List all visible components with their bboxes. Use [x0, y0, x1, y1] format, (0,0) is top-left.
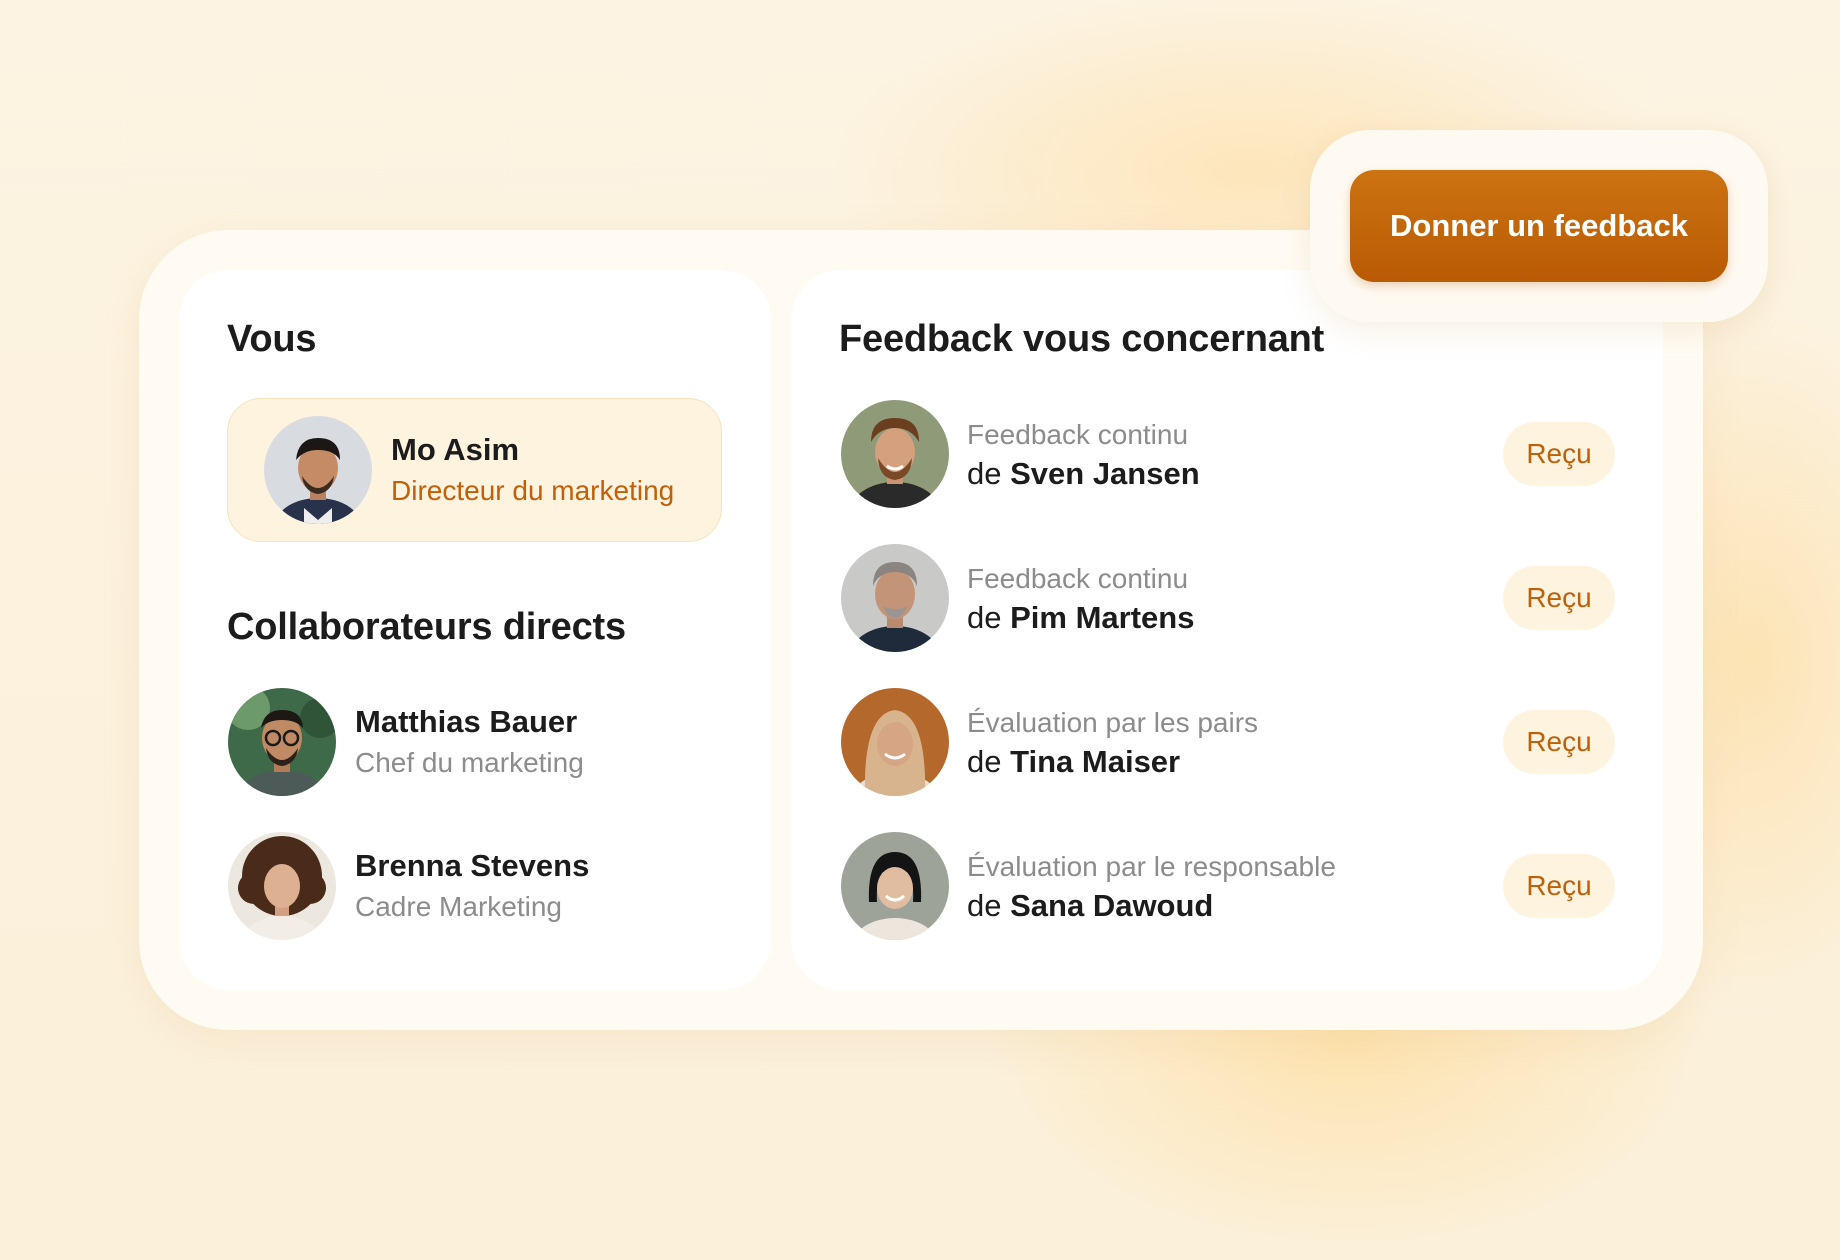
status-badge[interactable]: Reçu [1503, 422, 1615, 486]
direct-reports-heading: Collaborateurs directs [227, 606, 626, 648]
avatar-brenna-stevens[interactable] [228, 832, 336, 940]
status-badge[interactable]: Reçu [1503, 710, 1615, 774]
avatar-matthias-bauer[interactable] [228, 688, 336, 796]
status-badge[interactable]: Reçu [1503, 854, 1615, 918]
feedback-type: Feedback continu [967, 563, 1189, 594]
you-heading: Vous [227, 318, 317, 360]
avatar-pim-martens [841, 544, 949, 652]
avatar-tina-maiser [841, 688, 949, 796]
feedback-author: de Tina Maiser [967, 744, 1181, 779]
feedback-author: de Pim Martens [967, 600, 1195, 635]
report-name[interactable]: Brenna Stevens [355, 848, 589, 884]
current-user-role: Directeur du marketing [391, 475, 675, 506]
feedback-author: de Sana Dawoud [967, 888, 1214, 923]
current-user-name: Mo Asim [391, 432, 520, 467]
feedback-type: Évaluation par les pairs [967, 707, 1259, 738]
report-role: Chef du marketing [355, 747, 584, 778]
avatar-mo-asim [264, 416, 372, 524]
avatar-sana-dawoud [841, 832, 949, 940]
avatar-sven-jansen [841, 400, 949, 508]
give-feedback-button[interactable]: Donner un feedback [1350, 170, 1728, 282]
feedback-heading: Feedback vous concernant [839, 318, 1325, 360]
feedback-type: Évaluation par le responsable [967, 851, 1336, 882]
feedback-type: Feedback continu [967, 419, 1189, 450]
report-name[interactable]: Matthias Bauer [355, 704, 577, 740]
report-role: Cadre Marketing [355, 891, 562, 922]
feedback-author: de Sven Jansen [967, 456, 1200, 491]
status-badge[interactable]: Reçu [1503, 566, 1615, 630]
